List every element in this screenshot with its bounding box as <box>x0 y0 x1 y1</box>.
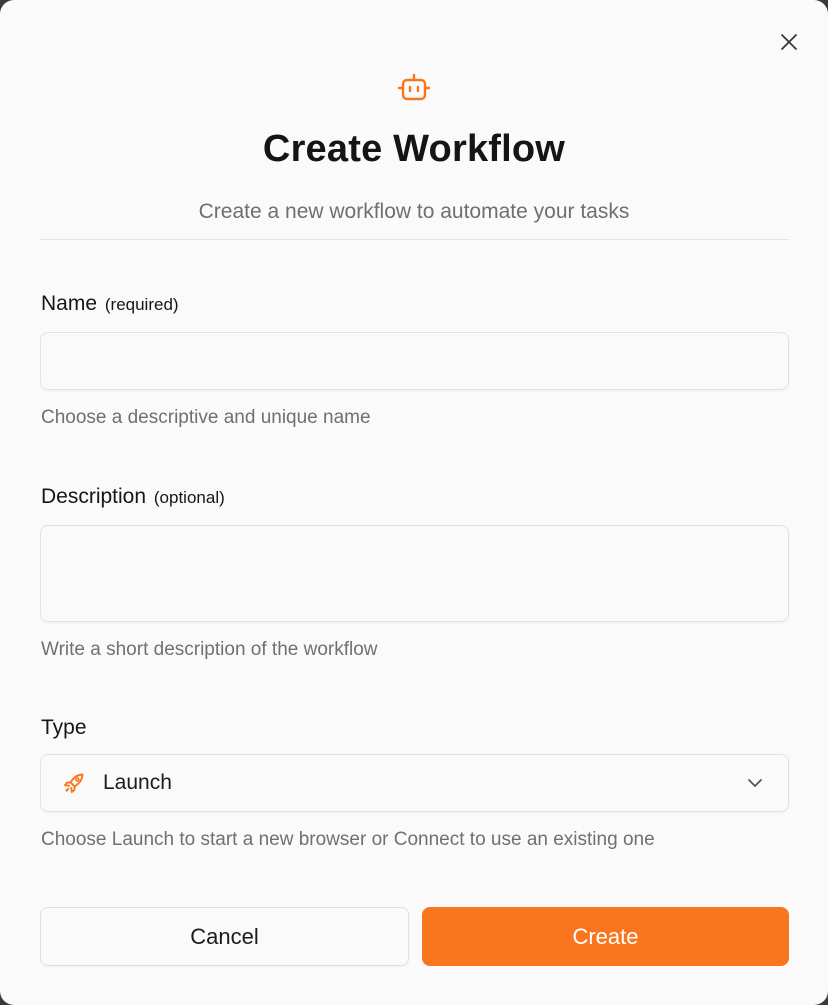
close-button[interactable] <box>776 29 802 55</box>
name-label: Name (required) <box>41 292 179 316</box>
description-label: Description (optional) <box>41 485 225 509</box>
type-hint: Choose Launch to start a new browser or … <box>41 829 655 850</box>
create-button[interactable]: Create <box>422 907 789 966</box>
description-hint: Write a short description of the workflo… <box>41 639 378 660</box>
header-divider <box>40 239 789 240</box>
description-textarea[interactable] <box>40 525 789 622</box>
description-optional-qualifier: (optional) <box>153 488 225 507</box>
cancel-button[interactable]: Cancel <box>40 907 409 966</box>
description-label-text: Description <box>41 485 147 508</box>
name-input[interactable] <box>40 332 789 390</box>
name-required-qualifier: (required) <box>104 295 179 314</box>
close-icon <box>781 34 797 50</box>
type-label: Type <box>41 716 87 739</box>
rocket-icon <box>64 773 84 793</box>
dialog-title: Create Workflow <box>262 128 566 170</box>
type-selected-value: Launch <box>103 771 172 794</box>
dialog-subtitle: Create a new workflow to automate your t… <box>198 200 630 223</box>
robot-icon <box>397 73 431 101</box>
chevron-down-icon <box>748 779 762 787</box>
name-hint: Choose a descriptive and unique name <box>41 407 371 428</box>
create-workflow-dialog: Create Workflow Create a new workflow to… <box>0 0 828 1005</box>
name-label-text: Name <box>41 292 98 315</box>
type-select[interactable]: Launch <box>40 754 789 812</box>
